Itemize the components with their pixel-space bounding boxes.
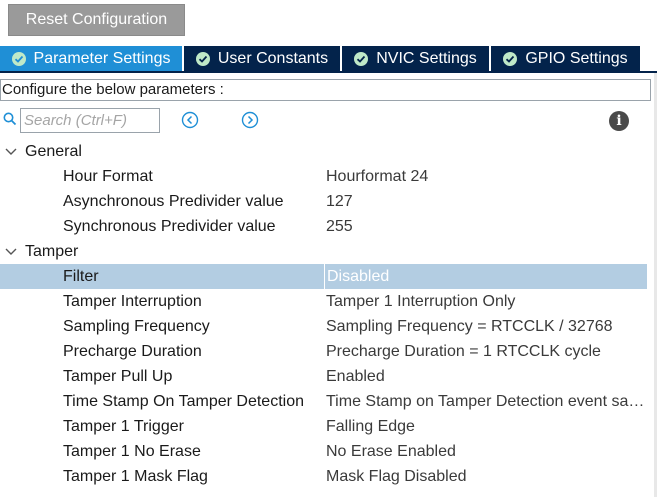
group-label: General — [25, 143, 82, 160]
circle-arrow-right-icon[interactable] — [241, 111, 259, 129]
info-icon[interactable]: i — [609, 111, 629, 131]
param-value[interactable]: Enabled — [326, 364, 650, 389]
param-row[interactable]: Tamper 1 Mask Flag Mask Flag Disabled — [0, 464, 657, 489]
param-name: Synchronous Predivider value — [63, 218, 276, 235]
param-value[interactable]: Falling Edge — [326, 414, 650, 439]
circle-arrow-left-icon[interactable] — [181, 111, 199, 129]
param-row[interactable]: Synchronous Predivider value 255 — [0, 214, 657, 239]
tab-bar: Parameter Settings User Constants NVIC S… — [0, 46, 657, 73]
param-value[interactable]: Mask Flag Disabled — [326, 464, 650, 489]
group-label: Tamper — [25, 243, 79, 260]
param-name: Filter — [63, 268, 99, 285]
configure-label: Configure the below parameters : — [0, 79, 651, 101]
group-general[interactable]: General — [0, 139, 657, 164]
param-row[interactable]: Tamper Pull Up Enabled — [0, 364, 657, 389]
tab-label: User Constants — [217, 50, 329, 67]
check-circle-icon — [503, 52, 518, 66]
param-name: Hour Format — [63, 168, 153, 185]
param-row[interactable]: Asynchronous Predivider value 127 — [0, 189, 657, 214]
check-circle-icon — [195, 52, 210, 66]
param-name: Tamper 1 Mask Flag — [63, 468, 208, 485]
param-name: Tamper Interruption — [63, 293, 202, 310]
tab-nvic-settings[interactable]: NVIC Settings — [342, 46, 489, 72]
tab-gpio-settings[interactable]: GPIO Settings — [491, 46, 640, 72]
param-name: Tamper 1 No Erase — [63, 443, 201, 460]
tab-label: GPIO Settings — [525, 50, 628, 67]
param-value[interactable]: Precharge Duration = 1 RTCCLK cycle — [326, 339, 650, 364]
param-name: Time Stamp On Tamper Detection — [63, 393, 304, 410]
param-value[interactable]: Sampling Frequency = RTCCLK / 32768 — [326, 314, 650, 339]
param-row-selected[interactable]: Filter Disabled — [0, 264, 647, 289]
tab-label: NVIC Settings — [376, 50, 477, 67]
param-row[interactable]: Time Stamp On Tamper Detection Time Stam… — [0, 389, 657, 414]
check-circle-icon — [354, 52, 369, 66]
parameter-tree: General Hour Format Hourformat 24 Asynch… — [0, 139, 657, 489]
search-input[interactable] — [20, 108, 160, 133]
param-name: Tamper Pull Up — [63, 368, 173, 385]
param-value[interactable]: Hourformat 24 — [326, 164, 650, 189]
param-value[interactable]: 127 — [326, 189, 650, 214]
search-icon — [3, 112, 17, 131]
param-row[interactable]: Tamper 1 Trigger Falling Edge — [0, 414, 657, 439]
param-row[interactable]: Tamper Interruption Tamper 1 Interruptio… — [0, 289, 657, 314]
param-value[interactable]: 255 — [326, 214, 650, 239]
check-circle-icon — [11, 52, 26, 66]
param-name: Asynchronous Predivider value — [63, 193, 284, 210]
param-name: Precharge Duration — [63, 343, 202, 360]
tab-parameter-settings[interactable]: Parameter Settings — [0, 46, 182, 72]
param-row[interactable]: Hour Format Hourformat 24 — [0, 164, 657, 189]
param-value[interactable]: No Erase Enabled — [326, 439, 650, 464]
param-value[interactable]: Tamper 1 Interruption Only — [326, 289, 650, 314]
param-name: Sampling Frequency — [63, 318, 210, 335]
tab-label: Parameter Settings — [33, 50, 171, 67]
group-tamper[interactable]: Tamper — [0, 239, 657, 264]
param-row[interactable]: Tamper 1 No Erase No Erase Enabled — [0, 439, 657, 464]
reset-configuration-button[interactable]: Reset Configuration — [8, 4, 185, 36]
param-row[interactable]: Sampling Frequency Sampling Frequency = … — [0, 314, 657, 339]
tab-user-constants[interactable]: User Constants — [184, 46, 340, 72]
param-name: Tamper 1 Trigger — [63, 418, 184, 435]
param-value[interactable]: Time Stamp on Tamper Detection event sav… — [326, 389, 650, 414]
tab-underline — [0, 71, 657, 73]
param-value[interactable]: Disabled — [324, 264, 647, 289]
param-row[interactable]: Precharge Duration Precharge Duration = … — [0, 339, 657, 364]
